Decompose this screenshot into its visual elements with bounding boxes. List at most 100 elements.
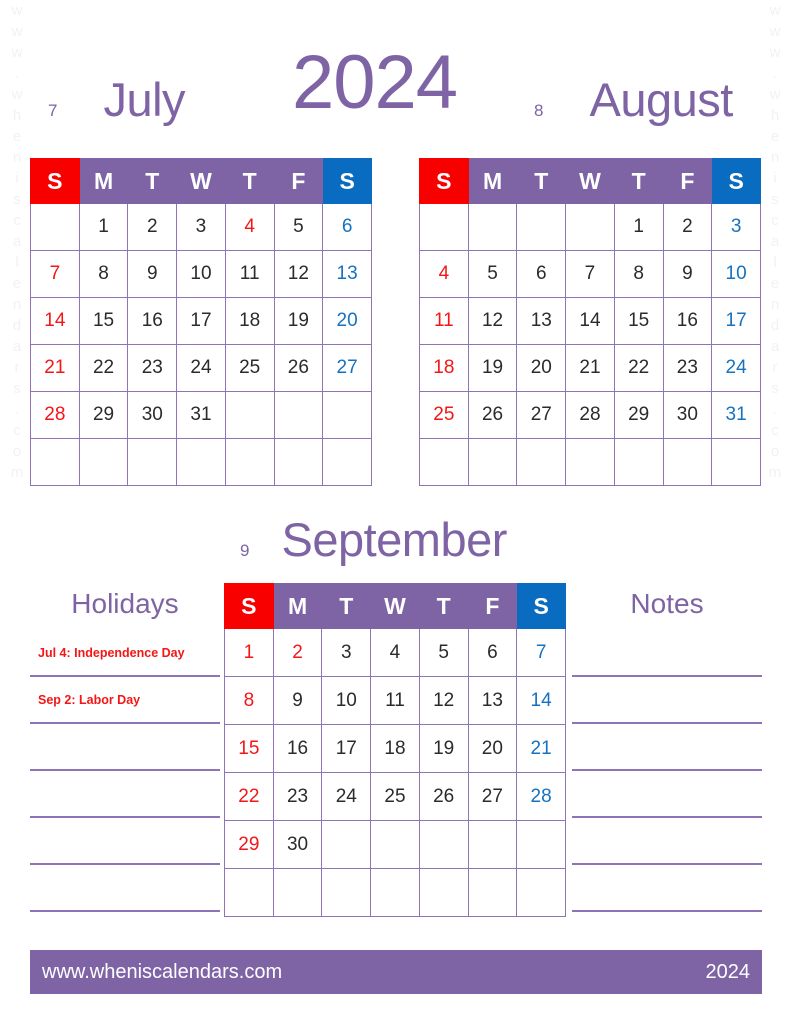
- calendar-day-cell[interactable]: 28: [30, 391, 80, 439]
- calendar-day-cell[interactable]: 17: [321, 724, 372, 773]
- calendar-day-cell[interactable]: 25: [419, 391, 469, 439]
- calendar-day-cell[interactable]: 11: [224, 250, 275, 298]
- calendar-day-cell[interactable]: 29: [613, 391, 664, 439]
- calendar-day-cell[interactable]: 18: [419, 344, 469, 392]
- ruled-line-row[interactable]: [572, 677, 762, 724]
- calendar-day-cell[interactable]: 30: [272, 820, 323, 869]
- calendar-day-cell[interactable]: 5: [418, 628, 469, 677]
- calendar-day-cell[interactable]: 24: [711, 344, 761, 392]
- ruled-line-row[interactable]: [30, 724, 220, 771]
- calendar-day-cell[interactable]: 8: [224, 676, 274, 725]
- calendar-day-cell[interactable]: 5: [467, 250, 518, 298]
- calendar-day-cell[interactable]: 23: [127, 344, 178, 392]
- calendar-day-cell[interactable]: 10: [321, 676, 372, 725]
- calendar-day-cell[interactable]: 17: [711, 297, 761, 345]
- calendar-day-cell[interactable]: 26: [467, 391, 518, 439]
- calendar-day-cell[interactable]: 13: [467, 676, 518, 725]
- calendar-day-cell[interactable]: 29: [78, 391, 129, 439]
- calendar-day-cell[interactable]: 25: [370, 772, 420, 821]
- calendar-day-cell[interactable]: 2: [662, 203, 713, 251]
- calendar-day-cell[interactable]: 13: [322, 250, 372, 298]
- calendar-day-cell[interactable]: 1: [613, 203, 664, 251]
- calendar-day-cell[interactable]: 12: [273, 250, 324, 298]
- calendar-day-cell[interactable]: 17: [176, 297, 226, 345]
- footer-website[interactable]: www.wheniscalendars.com: [42, 961, 282, 984]
- calendar-day-cell[interactable]: 2: [127, 203, 178, 251]
- calendar-day-cell[interactable]: 10: [711, 250, 761, 298]
- calendar-day-cell[interactable]: 16: [662, 297, 713, 345]
- calendar-day-cell[interactable]: 1: [78, 203, 129, 251]
- calendar-day-cell[interactable]: 16: [127, 297, 178, 345]
- calendar-day-cell[interactable]: 11: [419, 297, 469, 345]
- calendar-day-cell[interactable]: 24: [321, 772, 372, 821]
- calendar-day-cell[interactable]: 2: [272, 628, 323, 677]
- calendar-day-cell[interactable]: 28: [516, 772, 566, 821]
- ruled-line-row[interactable]: [572, 724, 762, 771]
- calendar-day-cell[interactable]: 9: [662, 250, 713, 298]
- calendar-day-cell[interactable]: 16: [272, 724, 323, 773]
- calendar-day-cell[interactable]: 29: [224, 820, 274, 869]
- calendar-day-cell[interactable]: 4: [419, 250, 469, 298]
- calendar-day-cell[interactable]: 27: [467, 772, 518, 821]
- calendar-day-cell[interactable]: 21: [565, 344, 615, 392]
- calendar-day-cell[interactable]: 20: [516, 344, 567, 392]
- calendar-day-cell[interactable]: 14: [565, 297, 615, 345]
- calendar-day-cell[interactable]: 27: [322, 344, 372, 392]
- calendar-day-cell[interactable]: 18: [370, 724, 420, 773]
- ruled-line-row[interactable]: [572, 865, 762, 912]
- calendar-day-cell[interactable]: 26: [418, 772, 469, 821]
- calendar-day-cell[interactable]: 8: [613, 250, 664, 298]
- calendar-day-cell[interactable]: 22: [224, 772, 274, 821]
- ruled-line-row[interactable]: Jul 4: Independence Day: [30, 630, 220, 677]
- calendar-day-cell[interactable]: 31: [711, 391, 761, 439]
- calendar-day-cell[interactable]: 19: [467, 344, 518, 392]
- calendar-day-cell[interactable]: 12: [418, 676, 469, 725]
- ruled-line-row[interactable]: [30, 818, 220, 865]
- calendar-day-cell[interactable]: 14: [516, 676, 566, 725]
- calendar-day-cell[interactable]: 6: [516, 250, 567, 298]
- calendar-day-cell[interactable]: 28: [565, 391, 615, 439]
- calendar-day-cell[interactable]: 26: [273, 344, 324, 392]
- calendar-day-cell[interactable]: 23: [272, 772, 323, 821]
- calendar-day-cell[interactable]: 22: [78, 344, 129, 392]
- calendar-day-cell[interactable]: 8: [78, 250, 129, 298]
- calendar-day-cell[interactable]: 15: [613, 297, 664, 345]
- calendar-day-cell[interactable]: 20: [322, 297, 372, 345]
- calendar-day-cell[interactable]: 21: [30, 344, 80, 392]
- calendar-day-cell[interactable]: 11: [370, 676, 420, 725]
- ruled-line-row[interactable]: [572, 818, 762, 865]
- calendar-day-cell[interactable]: 20: [467, 724, 518, 773]
- calendar-day-cell[interactable]: 14: [30, 297, 80, 345]
- ruled-line-row[interactable]: Sep 2: Labor Day: [30, 677, 220, 724]
- calendar-day-cell[interactable]: 15: [224, 724, 274, 773]
- calendar-day-cell[interactable]: 13: [516, 297, 567, 345]
- calendar-day-cell[interactable]: 5: [273, 203, 324, 251]
- calendar-day-cell[interactable]: 4: [224, 203, 275, 251]
- ruled-line-row[interactable]: [30, 865, 220, 912]
- calendar-day-cell[interactable]: 27: [516, 391, 567, 439]
- calendar-day-cell[interactable]: 7: [565, 250, 615, 298]
- calendar-day-cell[interactable]: 3: [711, 203, 761, 251]
- calendar-day-cell[interactable]: 30: [662, 391, 713, 439]
- calendar-day-cell[interactable]: 25: [224, 344, 275, 392]
- calendar-day-cell[interactable]: 9: [127, 250, 178, 298]
- calendar-day-cell[interactable]: 21: [516, 724, 566, 773]
- calendar-day-cell[interactable]: 6: [467, 628, 518, 677]
- ruled-line-row[interactable]: [572, 630, 762, 677]
- calendar-day-cell[interactable]: 4: [370, 628, 420, 677]
- calendar-day-cell[interactable]: 18: [224, 297, 275, 345]
- calendar-day-cell[interactable]: 15: [78, 297, 129, 345]
- calendar-day-cell[interactable]: 19: [418, 724, 469, 773]
- calendar-day-cell[interactable]: 19: [273, 297, 324, 345]
- calendar-day-cell[interactable]: 12: [467, 297, 518, 345]
- calendar-day-cell[interactable]: 3: [176, 203, 226, 251]
- calendar-day-cell[interactable]: 7: [516, 628, 566, 677]
- calendar-day-cell[interactable]: 6: [322, 203, 372, 251]
- calendar-day-cell[interactable]: 3: [321, 628, 372, 677]
- calendar-day-cell[interactable]: 24: [176, 344, 226, 392]
- calendar-day-cell[interactable]: 1: [224, 628, 274, 677]
- calendar-day-cell[interactable]: 10: [176, 250, 226, 298]
- ruled-line-row[interactable]: [572, 771, 762, 818]
- ruled-line-row[interactable]: [30, 771, 220, 818]
- calendar-day-cell[interactable]: 9: [272, 676, 323, 725]
